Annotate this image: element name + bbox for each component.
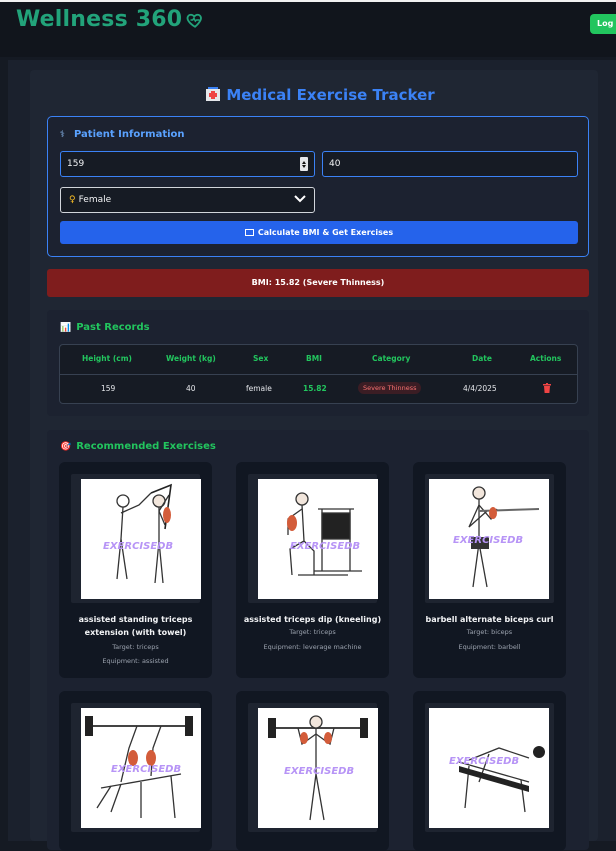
- female-icon: ♀: [69, 195, 76, 205]
- col-weight: Weight (kg): [166, 354, 216, 363]
- exercise-name: assisted standing triceps extension (wit…: [78, 615, 193, 637]
- biceps-curl-illustration: EXERCISEDB: [453, 486, 540, 588]
- app-title[interactable]: Wellness 360: [16, 7, 182, 32]
- calculator-icon: [244, 229, 254, 236]
- exercise-equipment: Equipment: leverage machine: [263, 643, 362, 651]
- records-table: Height (cm) Weight (kg) Sex BMI Category…: [59, 344, 578, 404]
- watermark-text: EXERCISEDB: [290, 541, 360, 552]
- exercise-card[interactable]: EXERCISEDB: [413, 691, 566, 851]
- exercise-card[interactable]: EXERCISEDB assisted triceps dip (kneelin…: [236, 462, 389, 678]
- chevron-down-icon: [294, 195, 306, 203]
- cell-date: 4/4/2025: [463, 384, 497, 393]
- page-title: Medical Exercise Tracker: [0, 86, 616, 104]
- watermark-text: EXERCISEDB: [111, 764, 181, 775]
- calculate-bmi-label: Calculate BMI & Get Exercises: [257, 228, 394, 237]
- bench-press-illustration: EXERCISEDB: [85, 716, 193, 819]
- height-input[interactable]: 159: [60, 151, 315, 177]
- target-icon: 🎯: [60, 442, 72, 452]
- cell-weight: 40: [186, 384, 196, 393]
- sex-select[interactable]: ♀ Female: [60, 187, 315, 213]
- bar-chart-icon: 📊: [60, 323, 72, 333]
- exercise-equipment: Equipment: assisted: [102, 657, 169, 665]
- hospital-icon: [206, 87, 221, 101]
- calculate-bmi-button[interactable]: Calculate BMI & Get Exercises: [60, 221, 578, 244]
- exercise-equipment: Equipment: barbell: [458, 643, 521, 651]
- exercise-name: assisted triceps dip (kneeling): [243, 615, 382, 624]
- stethoscope-icon: ⚕: [60, 130, 65, 140]
- past-records-title: 📊 Past Records: [60, 322, 150, 333]
- number-spinner-icon[interactable]: [300, 157, 308, 171]
- category-badge: Severe Thinness: [358, 382, 422, 394]
- sex-select-value: Female: [78, 195, 112, 205]
- bmi-result-banner: BMI: 15.82 (Severe Thinness): [47, 269, 589, 297]
- page-title-text: Medical Exercise Tracker: [226, 86, 435, 104]
- patient-info-title-text: Patient Information: [74, 129, 185, 140]
- exercise-image: EXERCISEDB: [258, 708, 378, 828]
- height-input-value: 159: [67, 159, 85, 169]
- col-date: Date: [472, 354, 492, 363]
- exercise-image: EXERCISEDB: [429, 479, 549, 599]
- triceps-towel-illustration: EXERCISEDB: [103, 483, 173, 584]
- exercise-image: EXERCISEDB: [81, 479, 201, 599]
- heart-pulse-icon: [186, 13, 202, 28]
- col-sex: Sex: [253, 354, 269, 363]
- exercise-target: Target: triceps: [289, 628, 336, 636]
- exercise-card[interactable]: EXERCISEDB: [236, 691, 389, 851]
- weight-input-value: 40: [329, 159, 341, 169]
- col-height: Height (cm): [82, 354, 132, 363]
- barbell-curl-illustration: EXERCISEDB: [268, 715, 368, 821]
- watermark-text: EXERCISEDB: [284, 766, 354, 777]
- watermark-text: EXERCISEDB: [453, 535, 523, 546]
- exercise-image: EXERCISEDB: [258, 479, 378, 599]
- navbar: Wellness 360 Log Out: [0, 2, 616, 57]
- past-records-title-text: Past Records: [76, 322, 150, 333]
- cell-bmi: 15.82: [303, 384, 327, 393]
- records-table-header: Height (cm) Weight (kg) Sex BMI Category…: [60, 345, 577, 375]
- exercise-image: EXERCISEDB: [81, 708, 201, 828]
- watermark-text: EXERCISEDB: [103, 541, 173, 552]
- col-category: Category: [372, 354, 411, 363]
- cell-height: 159: [101, 384, 116, 393]
- col-actions: Actions: [530, 354, 562, 363]
- col-bmi: BMI: [306, 354, 322, 363]
- trash-icon[interactable]: [543, 383, 551, 393]
- exercise-image: EXERCISEDB: [429, 708, 549, 828]
- recommended-title: 🎯 Recommended Exercises: [60, 441, 216, 452]
- exercise-target: Target: biceps: [466, 628, 513, 636]
- exercise-name: barbell alternate biceps curl: [425, 615, 554, 624]
- logout-button[interactable]: Log Out: [590, 14, 616, 34]
- exercise-card[interactable]: EXERCISEDB assisted standing triceps ext…: [59, 462, 212, 678]
- patient-info-title: ⚕ Patient Information: [60, 129, 185, 140]
- triceps-dip-illustration: EXERCISEDB: [287, 492, 362, 576]
- exercise-card[interactable]: EXERCISEDB barbell alternate biceps curl…: [413, 462, 566, 678]
- decline-press-illustration: EXERCISEDB: [449, 746, 545, 813]
- recommended-title-text: Recommended Exercises: [76, 441, 216, 452]
- weight-input[interactable]: 40: [322, 151, 578, 177]
- exercise-card[interactable]: EXERCISEDB: [59, 691, 212, 851]
- exercise-target: Target: triceps: [112, 643, 159, 651]
- cell-sex: female: [246, 384, 272, 393]
- watermark-text: EXERCISEDB: [449, 756, 519, 767]
